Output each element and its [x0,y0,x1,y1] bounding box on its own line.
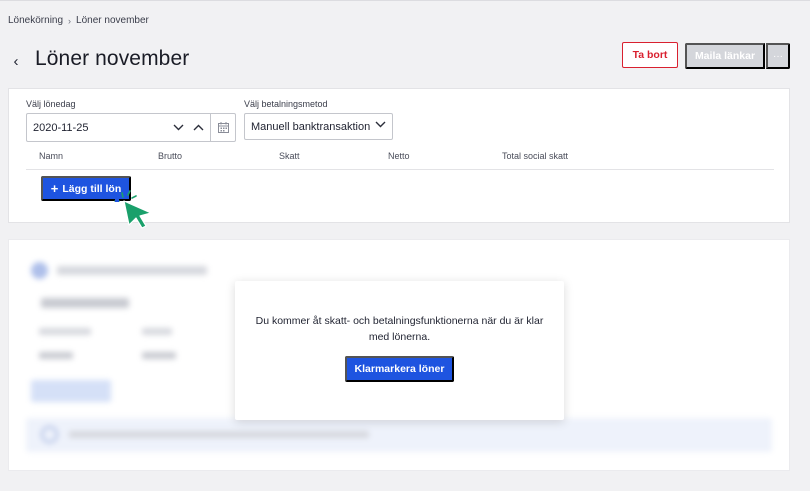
page-title: Löner november [35,47,190,70]
dialog-message: Du kommer åt skatt- och betalningsfunkti… [255,315,544,343]
mail-links-button[interactable]: Maila länkar [685,43,765,69]
chevron-left-icon[interactable]: ‹ [8,51,24,71]
top-divider [0,0,810,1]
table-divider [26,169,774,170]
column-header-gross: Brutto [158,151,183,161]
chevron-down-icon[interactable] [168,114,188,141]
column-header-name: Namn [39,151,64,161]
payday-label: Välj lönedag [26,99,76,109]
breadcrumb: Lönekörning › Löner november [8,15,149,26]
breadcrumb-current: Löner november [76,15,149,26]
delete-button[interactable]: Ta bort [622,42,678,68]
chevron-right-icon: › [68,15,72,26]
chevron-down-icon [375,120,386,131]
column-header-net: Netto [388,151,410,161]
plus-icon: + [50,181,59,196]
payment-method-label: Välj betalningsmetod [244,99,328,109]
payment-method-select[interactable]: Manuell banktransaktion [244,113,393,140]
mark-salaries-ready-button[interactable]: Klarmarkera löner [345,356,454,382]
column-header-tax: Skatt [279,151,300,161]
calendar-icon[interactable] [210,114,235,141]
payday-date-field[interactable]: 2020-11-25 [26,113,236,142]
breadcrumb-link-lonekorning[interactable]: Lönekörning [8,15,63,26]
finish-salaries-dialog: Du kommer åt skatt- och betalningsfunkti… [235,281,564,420]
payday-input[interactable]: 2020-11-25 [27,114,168,141]
chevron-up-icon[interactable] [188,114,208,141]
pointer-cursor-icon [114,190,152,229]
column-header-total-social-tax: Total social skatt [502,151,569,161]
more-options-button[interactable]: ··· [766,43,790,69]
payment-method-value: Manuell banktransaktion [251,120,371,133]
